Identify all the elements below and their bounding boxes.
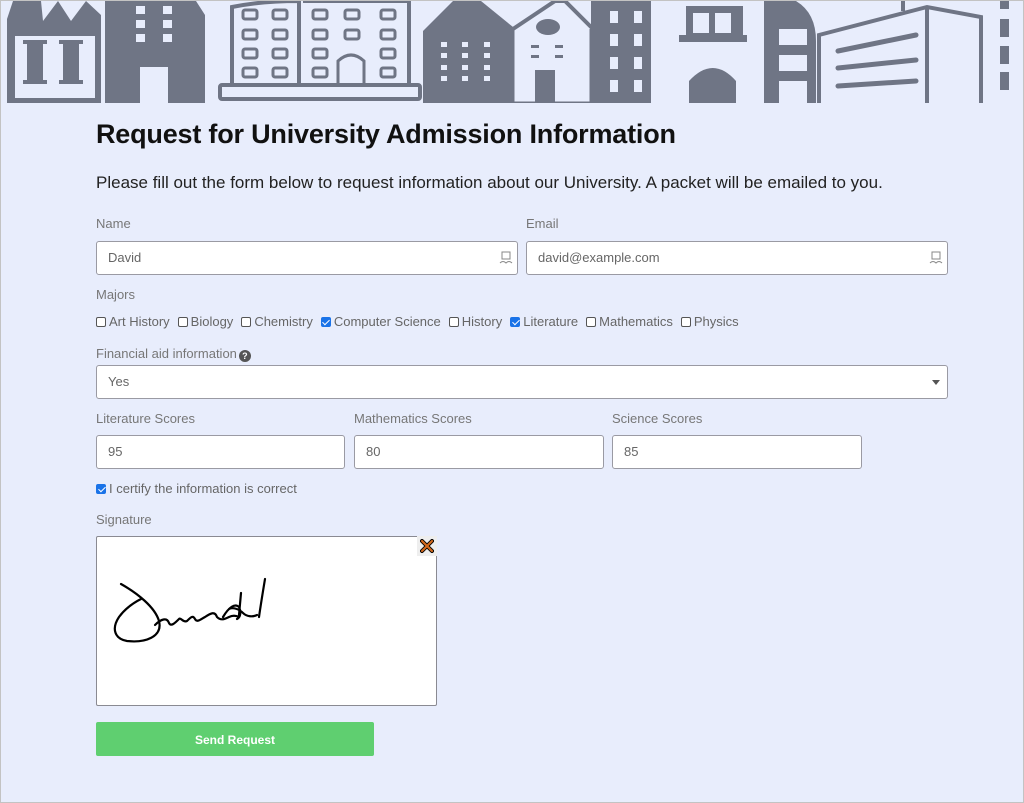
email-input[interactable]: david@example.com [526,241,948,275]
major-art-history[interactable]: Art History [96,314,170,329]
checkbox[interactable] [510,316,521,327]
checkbox[interactable] [448,316,459,327]
major-literature[interactable]: Literature [510,314,578,329]
major-biology[interactable]: Biology [177,314,233,329]
science-scores-input[interactable]: 85 [612,435,862,469]
financial-aid-value: Yes [108,374,130,389]
major-computer-science[interactable]: Computer Science [320,314,441,329]
literature-scores-label: Literature Scores [96,411,195,426]
literature-scores-input[interactable]: 95 [96,435,345,469]
email-label: Email [526,216,559,231]
chevron-down-icon [932,380,940,385]
checkbox[interactable] [96,316,106,327]
close-icon [420,539,434,553]
certify-checkbox[interactable]: I certify the information is correct [96,481,297,496]
financial-aid-label: Financial aid information? [96,346,251,362]
major-chemistry[interactable]: Chemistry [241,314,313,329]
checkbox[interactable] [177,316,188,327]
checkbox[interactable] [241,316,252,327]
page-title: Request for University Admission Informa… [96,119,676,149]
checkbox[interactable] [320,316,331,327]
name-input[interactable]: David [96,241,518,275]
major-history[interactable]: History [448,314,502,329]
buildings-illustration-icon [7,1,1009,103]
financial-aid-select[interactable]: Yes [96,365,948,399]
checkbox[interactable] [680,316,691,327]
signature-label: Signature [96,512,152,527]
major-physics[interactable]: Physics [680,314,739,329]
city-banner [1,1,1023,103]
help-icon[interactable]: ? [238,350,251,362]
autofill-icon[interactable] [499,251,513,265]
major-mathematics[interactable]: Mathematics [586,314,673,329]
mathematics-scores-input[interactable]: 80 [354,435,604,469]
majors-checkbox-group: Art History Biology Chemistry Computer S… [96,314,747,329]
majors-label: Majors [96,287,136,302]
page-subtitle: Please fill out the form below to reques… [96,173,883,192]
name-value: David [108,250,142,265]
checkbox[interactable] [586,316,597,327]
checkbox[interactable] [96,483,106,494]
send-request-button[interactable]: Send Request [96,722,374,756]
email-value: david@example.com [538,250,660,265]
signature-drawing [113,577,267,643]
name-label: Name [96,216,131,231]
signature-pad[interactable] [96,536,437,706]
science-scores-label: Science Scores [612,411,703,426]
mathematics-scores-label: Mathematics Scores [354,411,472,426]
autofill-icon[interactable] [929,251,943,265]
clear-signature-button[interactable] [417,536,437,556]
